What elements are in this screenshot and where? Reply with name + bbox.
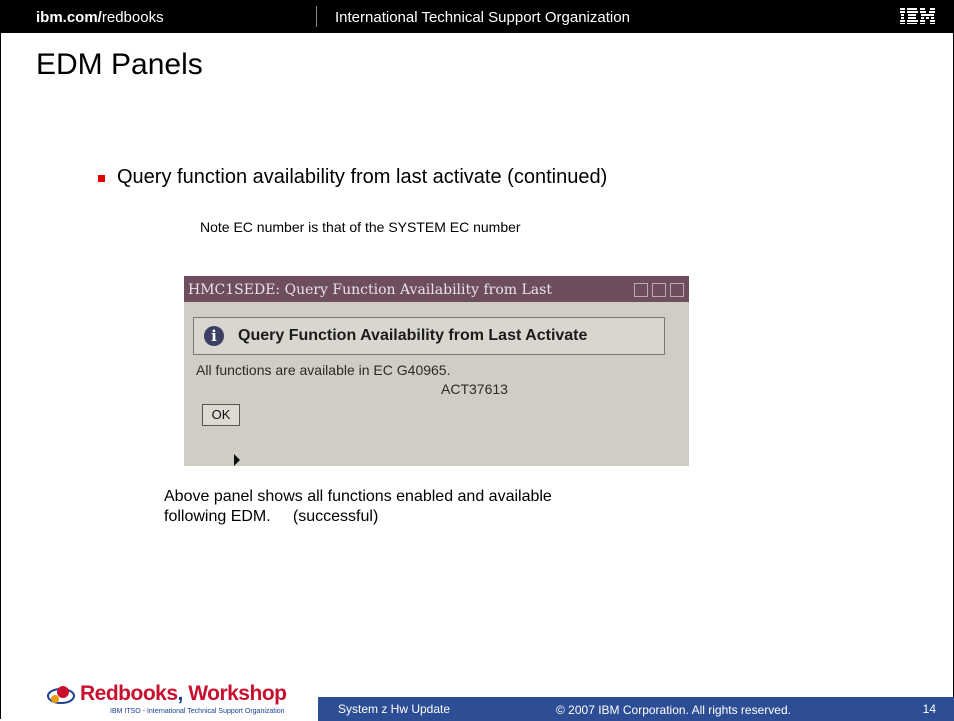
- header-bar: ibm.com/redbooks International Technical…: [0, 0, 954, 33]
- logo-subtitle: IBM ITSO - International Technical Suppo…: [110, 708, 285, 715]
- slide-title: EDM Panels: [36, 48, 203, 81]
- dialog-screenshot: HMC1SEDE: Query Function Availability fr…: [184, 276, 689, 466]
- footer-bar: System z Hw Update © 2007 IBM Corporatio…: [318, 697, 954, 721]
- message-line-2: ACT37613: [441, 381, 508, 397]
- header-divider: [316, 6, 317, 27]
- caption-line-1: Above panel shows all functions enabled …: [164, 488, 552, 505]
- ibm-logo: [900, 8, 935, 24]
- logo-wordmark: Redbooks, Workshop: [80, 682, 287, 705]
- header-org: International Technical Support Organiza…: [335, 9, 630, 26]
- redbooks-icon: [47, 686, 75, 704]
- ok-button[interactable]: OK: [202, 404, 240, 426]
- window-titlebar: HMC1SEDE: Query Function Availability fr…: [184, 276, 689, 302]
- mouse-cursor-icon: [234, 454, 240, 466]
- bullet-text: Query function availability from last ac…: [117, 166, 608, 188]
- dialog-banner: i Query Function Availability from Last …: [193, 317, 665, 355]
- window-title: HMC1SEDE: Query Function Availability fr…: [188, 282, 552, 298]
- site-link[interactable]: ibm.com/redbooks: [36, 9, 164, 26]
- maximize-icon[interactable]: [652, 283, 666, 297]
- redbooks-workshop-logo: Redbooks, Workshop IBM ITSO - Internatio…: [46, 682, 306, 718]
- close-icon[interactable]: [670, 283, 684, 297]
- footer-title: System z Hw Update: [338, 702, 451, 716]
- caption: Above panel shows all functions enabled …: [164, 487, 552, 527]
- message-line-1: All functions are available in EC G40965…: [196, 362, 451, 378]
- caption-line-2: following EDM. (successful): [164, 508, 379, 525]
- bullet-marker: [98, 175, 105, 182]
- page-number: 14: [922, 702, 936, 716]
- info-icon: i: [204, 326, 224, 346]
- banner-text: Query Function Availability from Last Ac…: [238, 327, 588, 344]
- footer-copyright: © 2007 IBM Corporation. All rights reser…: [556, 703, 791, 717]
- minimize-icon[interactable]: [634, 283, 648, 297]
- note-text: Note EC number is that of the SYSTEM EC …: [200, 219, 521, 235]
